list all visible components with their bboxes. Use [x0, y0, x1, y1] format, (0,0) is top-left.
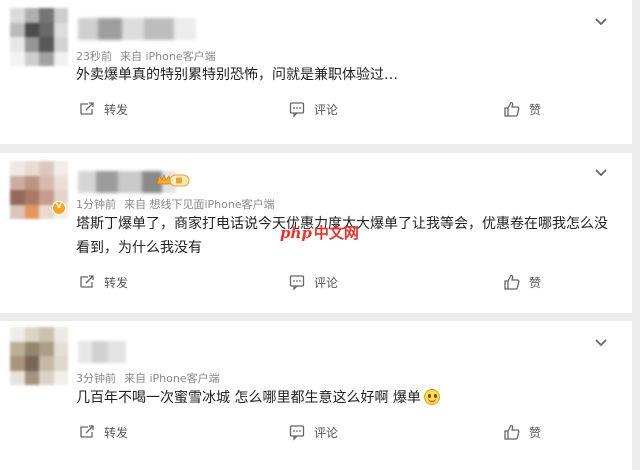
- comment-text-body: 几百年不喝一次蜜雪冰城 怎么哪里都生意这么好啊 爆单: [76, 390, 421, 406]
- comment-time: 1分钟前: [76, 198, 116, 211]
- comment-label: 评论: [314, 275, 339, 290]
- thumbs-up-icon: [504, 101, 520, 117]
- watermark-php: php: [280, 223, 312, 242]
- comment-source[interactable]: 来自 iPhone客户端: [124, 372, 220, 385]
- chevron-down-icon[interactable]: [594, 163, 607, 177]
- page-scroll-gutter: [632, 0, 640, 470]
- thumbs-up-icon: [504, 424, 520, 440]
- comment-actions: 转发 评论 赞: [0, 100, 632, 126]
- comment-card: 3分钟前 来自 iPhone客户端 几百年不喝一次蜜雪冰城 怎么哪里都生意这么好啊…: [0, 321, 632, 470]
- comment-button[interactable]: 评论: [288, 423, 338, 441]
- smile-emoji-icon: [423, 389, 440, 405]
- repost-label: 转发: [104, 102, 129, 117]
- watermark-logo: php 中文网: [280, 222, 359, 243]
- comment-button[interactable]: 评论: [288, 273, 338, 291]
- comment-source[interactable]: 来自 想线下见面iPhone客户端: [124, 198, 275, 211]
- comment-icon: [289, 275, 305, 291]
- comment-button[interactable]: 评论: [288, 100, 338, 118]
- watermark-cn: 中文网: [313, 224, 359, 242]
- repost-icon: [80, 425, 94, 438]
- comment-meta: 23秒前 来自 iPhone客户端: [76, 48, 216, 64]
- avatar[interactable]: [10, 327, 68, 385]
- thumbs-up-icon: [504, 274, 520, 290]
- repost-button[interactable]: 转发: [78, 273, 128, 291]
- comment-source[interactable]: 来自 iPhone客户端: [120, 50, 216, 63]
- like-button[interactable]: 赞: [503, 273, 541, 291]
- comment-icon: [289, 425, 305, 441]
- avatar[interactable]: [10, 8, 68, 66]
- username[interactable]: [78, 18, 196, 40]
- like-label: 赞: [529, 425, 542, 440]
- comment-meta: 1分钟前 来自 想线下见面iPhone客户端: [76, 196, 275, 212]
- repost-button[interactable]: 转发: [78, 100, 128, 118]
- comment-label: 评论: [314, 425, 339, 440]
- like-button[interactable]: 赞: [503, 100, 541, 118]
- verified-badge: [52, 201, 66, 215]
- comment-card: 23秒前 来自 iPhone客户端 外卖爆单真的特别累特别恐怖，问就是兼职体验过……: [0, 0, 632, 144]
- like-button[interactable]: 赞: [503, 423, 541, 441]
- chevron-down-icon[interactable]: [594, 333, 607, 347]
- comment-meta: 3分钟前 来自 iPhone客户端: [76, 370, 220, 386]
- repost-label: 转发: [104, 425, 129, 440]
- comment-icon: [289, 102, 305, 118]
- comment-text: 外卖爆单真的特别累特别恐怖，问就是兼职体验过…: [76, 67, 398, 83]
- comment-text: 几百年不喝一次蜜雪冰城 怎么哪里都生意这么好啊 爆单: [76, 386, 440, 410]
- username[interactable]: [78, 341, 126, 363]
- comment-time: 23秒前: [76, 50, 112, 63]
- repost-icon: [80, 275, 94, 288]
- comment-time: 3分钟前: [76, 372, 116, 385]
- repost-label: 转发: [104, 275, 129, 290]
- comment-actions: 转发 评论 赞: [0, 423, 632, 449]
- comment-label: 评论: [314, 102, 339, 117]
- like-label: 赞: [529, 102, 542, 117]
- repost-button[interactable]: 转发: [78, 423, 128, 441]
- like-label: 赞: [529, 275, 542, 290]
- repost-icon: [80, 102, 94, 115]
- vip-badge-icon[interactable]: [156, 173, 190, 187]
- comment-actions: 转发 评论 赞: [0, 273, 632, 299]
- chevron-down-icon[interactable]: [594, 12, 607, 26]
